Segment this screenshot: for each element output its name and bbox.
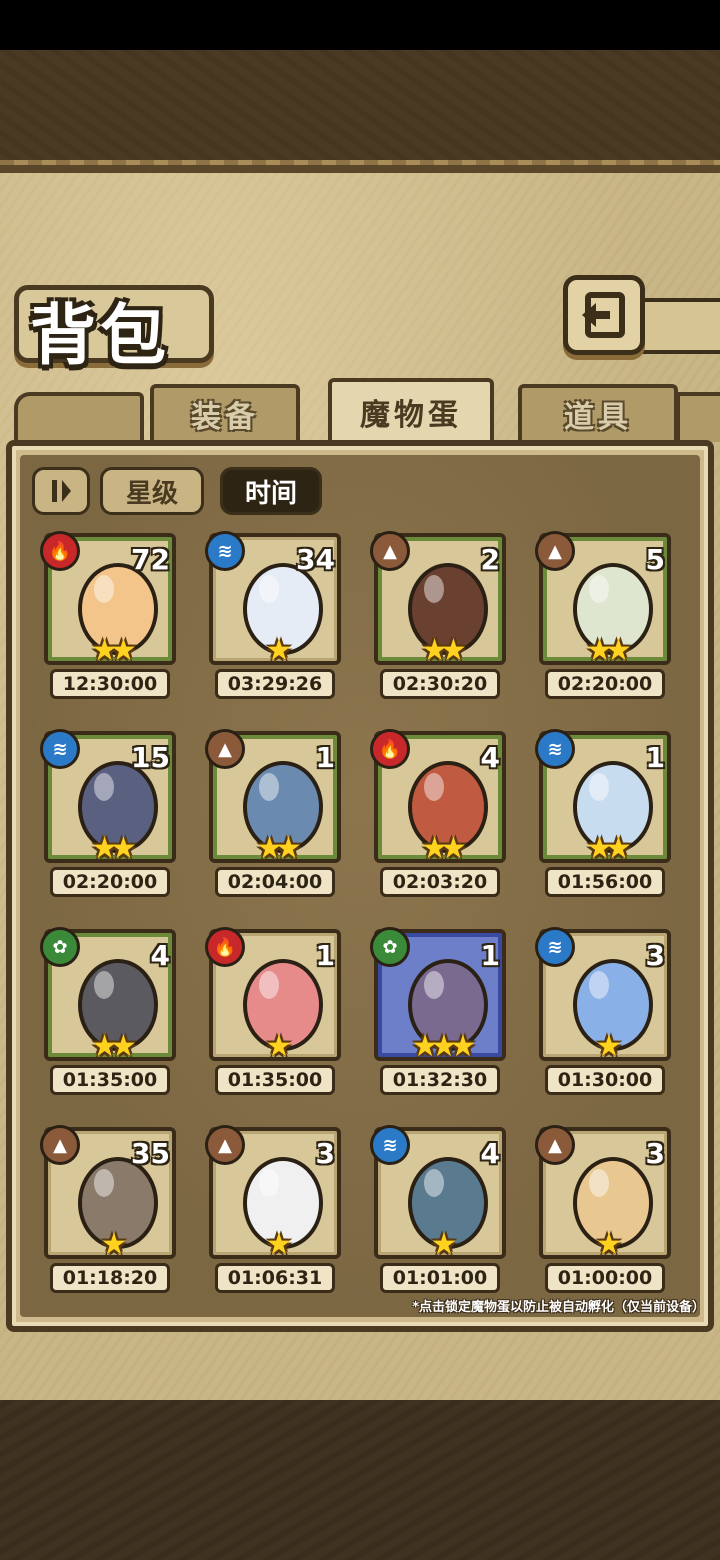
- egg-count: 3: [315, 1137, 335, 1170]
- star-rating: ★★: [91, 633, 137, 668]
- egg-item[interactable]: ▲ 3 ★ 01:00:00: [535, 1125, 675, 1297]
- back-button[interactable]: [563, 275, 645, 355]
- star-rating: ★★: [586, 831, 632, 866]
- star-rating: ★★: [91, 831, 137, 866]
- star-rating: ★: [100, 1227, 128, 1262]
- egg-item[interactable]: ≋ 4 ★ 01:01:00: [370, 1125, 510, 1297]
- egg-count: 1: [315, 741, 335, 774]
- star-rating: ★★: [421, 831, 467, 866]
- hatch-timer: 01:30:00: [545, 1065, 665, 1095]
- hatch-timer: 02:03:20: [380, 867, 500, 897]
- water-element-icon: ≋: [40, 729, 80, 769]
- egg-item[interactable]: ✿ 4 ★★ 01:35:00: [40, 927, 180, 1099]
- hatch-timer: 12:30:00: [50, 669, 170, 699]
- hatch-timer: 01:35:00: [215, 1065, 335, 1095]
- egg-item[interactable]: ≋ 34 ★ 03:29:26: [205, 531, 345, 703]
- hatch-timer: 01:56:00: [545, 867, 665, 897]
- egg-item[interactable]: ▲ 35 ★ 01:18:20: [40, 1125, 180, 1297]
- hatch-timer: 02:20:00: [50, 867, 170, 897]
- star-rating: ★: [595, 1029, 623, 1064]
- back-arrow-icon: [582, 292, 625, 338]
- hatch-timer: 01:00:00: [545, 1263, 665, 1293]
- map-background-top: [0, 50, 720, 170]
- egg-count: 3: [645, 939, 665, 972]
- earth-element-icon: ▲: [205, 1125, 245, 1165]
- map-background-bottom: [0, 1400, 720, 1560]
- earth-element-icon: ▲: [40, 1125, 80, 1165]
- egg-count: 4: [480, 741, 500, 774]
- tab-equipment[interactable]: 装备: [150, 384, 300, 440]
- hatch-timer: 01:01:00: [380, 1263, 500, 1293]
- egg-count: 4: [150, 939, 170, 972]
- egg-count: 72: [131, 543, 170, 576]
- hatch-timer: 02:30:20: [380, 669, 500, 699]
- star-rating: ★: [265, 1227, 293, 1262]
- hatch-timer: 01:32:30: [380, 1065, 500, 1095]
- earth-element-icon: ▲: [535, 1125, 575, 1165]
- star-rating: ★: [595, 1227, 623, 1262]
- egg-item[interactable]: ▲ 5 ★★ 02:20:00: [535, 531, 675, 703]
- egg-count: 35: [131, 1137, 170, 1170]
- star-rating: ★: [265, 633, 293, 668]
- egg-item[interactable]: ≋ 3 ★ 01:30:00: [535, 927, 675, 1099]
- grass-element-icon: ✿: [40, 927, 80, 967]
- egg-item[interactable]: ▲ 3 ★ 01:06:31: [205, 1125, 345, 1297]
- page-title: 背包: [30, 296, 170, 374]
- status-bar: [0, 0, 720, 50]
- tab-items[interactable]: 道具: [518, 384, 678, 440]
- sort-by-time-button[interactable]: 时间: [220, 467, 322, 515]
- back-rail: [640, 298, 720, 354]
- hatch-timer: 01:06:31: [215, 1263, 335, 1293]
- tab-monster-eggs[interactable]: 魔物蛋: [328, 378, 494, 442]
- star-rating: ★★★: [411, 1029, 477, 1064]
- tab-right-stub: [676, 392, 720, 442]
- egg-count: 34: [296, 543, 335, 576]
- earth-element-icon: ▲: [205, 729, 245, 769]
- star-rating: ★: [265, 1029, 293, 1064]
- egg-item[interactable]: ▲ 1 ★★ 02:04:00: [205, 729, 345, 901]
- hatch-timer: 02:20:00: [545, 669, 665, 699]
- star-rating: ★★: [256, 831, 302, 866]
- egg-item[interactable]: ≋ 15 ★★ 02:20:00: [40, 729, 180, 901]
- sort-order-icon: [52, 480, 71, 502]
- water-element-icon: ≋: [205, 531, 245, 571]
- tab-left-stub: [14, 392, 144, 442]
- egg-count: 15: [131, 741, 170, 774]
- grass-element-icon: ✿: [370, 927, 410, 967]
- egg-item[interactable]: 🔥 4 ★★ 02:03:20: [370, 729, 510, 901]
- fire-element-icon: 🔥: [205, 927, 245, 967]
- water-element-icon: ≋: [535, 729, 575, 769]
- egg-item[interactable]: 🔥 72 ★★ 12:30:00: [40, 531, 180, 703]
- water-element-icon: ≋: [370, 1125, 410, 1165]
- star-rating: ★★: [586, 633, 632, 668]
- egg-count: 2: [480, 543, 500, 576]
- lock-hint-note: *点击锁定魔物蛋以防止被自动孵化（仅当前设备）: [412, 1300, 705, 1315]
- egg-item[interactable]: 🔥 1 ★ 01:35:00: [205, 927, 345, 1099]
- earth-element-icon: ▲: [535, 531, 575, 571]
- egg-count: 1: [480, 939, 500, 972]
- earth-element-icon: ▲: [370, 531, 410, 571]
- egg-count: 3: [645, 1137, 665, 1170]
- star-rating: ★★: [421, 633, 467, 668]
- star-rating: ★★: [91, 1029, 137, 1064]
- fire-element-icon: 🔥: [370, 729, 410, 769]
- egg-item[interactable]: ▲ 2 ★★ 02:30:20: [370, 531, 510, 703]
- egg-count: 1: [645, 741, 665, 774]
- hatch-timer: 01:18:20: [50, 1263, 170, 1293]
- hatch-timer: 01:35:00: [50, 1065, 170, 1095]
- sort-by-star-button[interactable]: 星级: [100, 467, 204, 515]
- star-rating: ★: [430, 1227, 458, 1262]
- egg-count: 4: [480, 1137, 500, 1170]
- hatch-timer: 03:29:26: [215, 669, 335, 699]
- sort-order-toggle[interactable]: [32, 467, 90, 515]
- egg-item[interactable]: ≋ 1 ★★ 01:56:00: [535, 729, 675, 901]
- egg-count: 1: [315, 939, 335, 972]
- hatch-timer: 02:04:00: [215, 867, 335, 897]
- egg-item[interactable]: ✿ 1 ★★★ 01:32:30: [370, 927, 510, 1099]
- water-element-icon: ≋: [535, 927, 575, 967]
- fire-element-icon: 🔥: [40, 531, 80, 571]
- egg-count: 5: [645, 543, 665, 576]
